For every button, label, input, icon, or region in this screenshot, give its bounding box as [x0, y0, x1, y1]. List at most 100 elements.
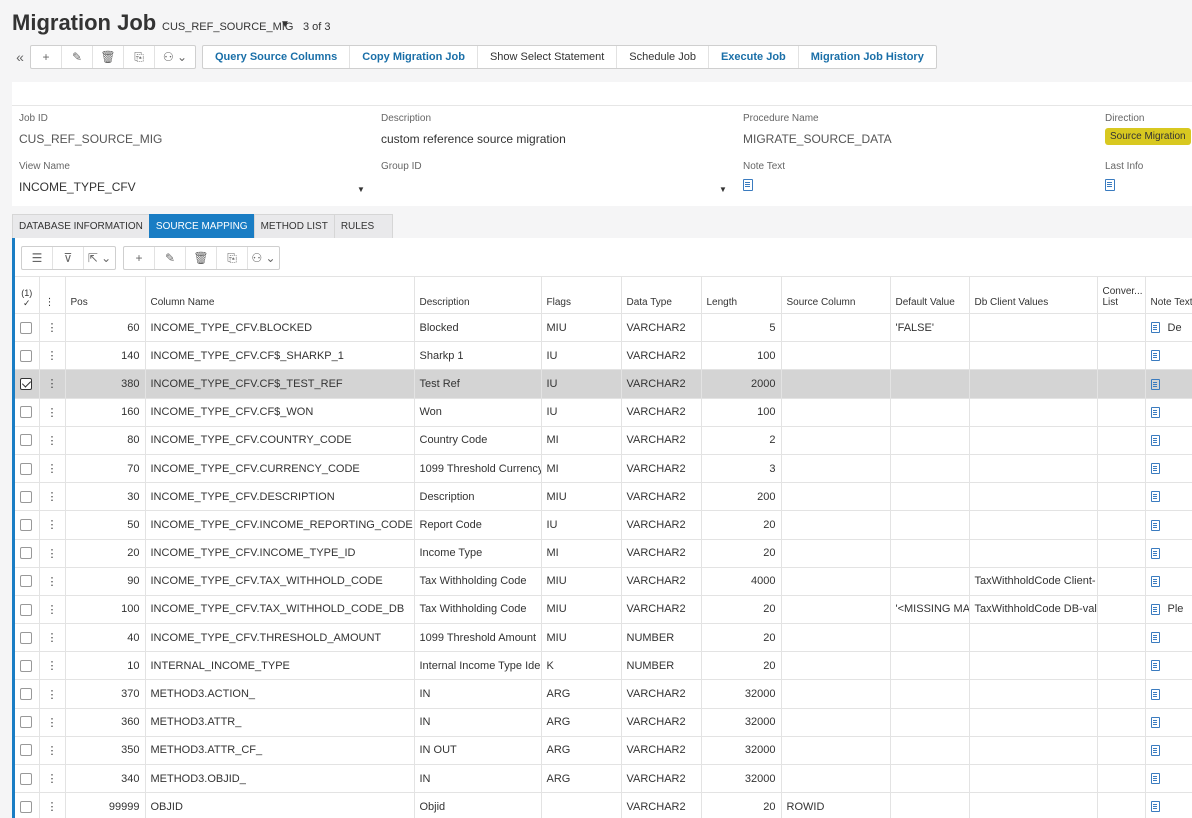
select-all-header[interactable]: (1) ✓ [15, 276, 40, 314]
table-row[interactable]: ⋮ 350 METHOD3.ATTR_CF_ IN OUT ARG VARCHAR2 320… [15, 736, 1192, 766]
checkbox-icon[interactable] [20, 659, 32, 672]
table-row[interactable]: ⋮ 40 INCOME_TYPE_CFV.THRESHOLD_AMOUNT 1099 … [15, 623, 1192, 653]
cell-note-text[interactable] [1145, 679, 1192, 709]
cell-note-text[interactable] [1145, 426, 1192, 455]
export-menu-icon[interactable]: ⇱ ⌄ [84, 247, 115, 269]
row-checkbox[interactable] [15, 792, 40, 818]
checkbox-icon[interactable] [20, 744, 32, 757]
note-icon[interactable] [1150, 350, 1160, 362]
cell-note-text[interactable] [1145, 482, 1192, 512]
note-icon[interactable] [1150, 688, 1160, 700]
table-row[interactable]: ⋮ 100 INCOME_TYPE_CFV.TAX_WITHHOLD_CODE_DB… [15, 595, 1192, 625]
row-menu-icon[interactable]: ⋮ [39, 369, 66, 399]
checkbox-icon[interactable] [20, 518, 32, 531]
checkbox-icon[interactable] [20, 575, 32, 588]
row-menu-icon[interactable]: ⋮ [39, 764, 66, 794]
cell-source-column[interactable] [781, 708, 891, 737]
checkbox-icon[interactable] [20, 800, 32, 813]
row-checkbox[interactable] [15, 539, 40, 568]
note-icon[interactable] [1150, 660, 1160, 672]
query-source-columns-button[interactable]: Query Source Columns [203, 46, 351, 68]
view-name-caret-icon[interactable]: ▼ [357, 185, 365, 194]
note-icon[interactable] [1150, 378, 1160, 390]
note-icon[interactable] [1150, 547, 1160, 559]
cell-note-text[interactable] [1145, 454, 1192, 484]
cell-source-column[interactable] [781, 623, 891, 653]
row-checkbox[interactable] [15, 651, 40, 681]
table-row[interactable]: ⋮ 160 INCOME_TYPE_CFV.CF$_WON Won IU VARCHAR2… [15, 398, 1192, 427]
cell-source-column[interactable] [781, 398, 891, 427]
checkbox-icon[interactable] [20, 603, 32, 616]
cell-note-text[interactable] [1145, 398, 1192, 427]
row-checkbox[interactable] [15, 708, 40, 737]
checkbox-icon[interactable] [20, 434, 32, 447]
grid-add-icon[interactable]: + [124, 247, 155, 269]
row-checkbox[interactable] [15, 679, 40, 709]
col-conversion-list[interactable]: Conver... List [1097, 276, 1146, 314]
table-row[interactable]: ⋮ 50 INCOME_TYPE_CFV.INCOME_REPORTING_CODE… [15, 510, 1192, 540]
table-row[interactable]: ⋮ 370 METHOD3.ACTION_ IN ARG VARCHAR2 32000 [15, 679, 1192, 709]
tab-method-list[interactable]: METHOD LIST [253, 214, 335, 238]
row-checkbox[interactable] [15, 510, 40, 540]
cell-source-column[interactable] [781, 369, 891, 399]
cell-source-column[interactable] [781, 510, 891, 540]
cell-source-column[interactable] [781, 341, 891, 371]
row-checkbox[interactable] [15, 426, 40, 455]
table-row[interactable]: ⋮ 60 INCOME_TYPE_CFV.BLOCKED Blocked MIU VARC… [15, 313, 1192, 343]
table-row[interactable]: ⋮ 99999 OBJID Objid VARCHAR2 20 ROWID [15, 792, 1192, 818]
grid-copy-icon[interactable]: ⎘ [217, 247, 248, 269]
note-icon[interactable] [1150, 491, 1160, 503]
row-menu-icon[interactable]: ⋮ [39, 510, 66, 540]
note-icon[interactable] [1150, 801, 1160, 813]
execute-job-button[interactable]: Execute Job [709, 46, 799, 68]
table-row[interactable]: ⋮ 380 INCOME_TYPE_CFV.CF$_TEST_REF Test Ref… [15, 369, 1192, 399]
row-checkbox[interactable] [15, 313, 40, 343]
note-icon[interactable] [1150, 434, 1160, 446]
col-column-name[interactable]: Column Name [145, 276, 415, 314]
note-icon[interactable] [1150, 519, 1160, 531]
cell-note-text[interactable] [1145, 764, 1192, 794]
grid-share-menu-icon[interactable]: ⚇ ⌄ [248, 247, 279, 269]
cell-source-column[interactable]: ROWID [781, 792, 891, 818]
row-menu-icon[interactable]: ⋮ [39, 539, 66, 568]
note-icon[interactable] [743, 179, 753, 191]
checkbox-icon[interactable] [20, 406, 32, 419]
cell-source-column[interactable] [781, 764, 891, 794]
row-menu-icon[interactable]: ⋮ [39, 341, 66, 371]
grid-delete-icon[interactable]: 🗑 [186, 247, 217, 269]
show-select-statement-button[interactable]: Show Select Statement [478, 46, 618, 68]
caret-down-icon[interactable]: ▼ [280, 19, 290, 30]
row-menu-header-icon[interactable]: ⋮ [39, 276, 66, 314]
row-menu-icon[interactable]: ⋮ [39, 792, 66, 818]
row-menu-icon[interactable]: ⋮ [39, 398, 66, 427]
row-checkbox[interactable] [15, 398, 40, 427]
note-icon[interactable] [1150, 604, 1160, 616]
note-icon[interactable] [1150, 745, 1160, 756]
col-length[interactable]: Length [701, 276, 782, 314]
note-icon[interactable] [1150, 632, 1160, 644]
cell-source-column[interactable] [781, 651, 891, 681]
copy-icon[interactable]: ⎘ [124, 46, 155, 68]
cell-source-column[interactable] [781, 313, 891, 343]
checkbox-icon[interactable] [20, 772, 32, 785]
cell-note-text[interactable] [1145, 708, 1192, 737]
col-source-column[interactable]: Source Column [781, 276, 891, 314]
edit-icon[interactable]: ✎ [62, 46, 93, 68]
col-note-text[interactable]: Note Text [1145, 276, 1192, 314]
cell-source-column[interactable] [781, 426, 891, 455]
share-menu-icon[interactable]: ⚇ ⌄ [155, 46, 195, 68]
table-row[interactable]: ⋮ 90 INCOME_TYPE_CFV.TAX_WITHHOLD_CODE Tax … [15, 567, 1192, 596]
table-row[interactable]: ⋮ 360 METHOD3.ATTR_ IN ARG VARCHAR2 32000 [15, 708, 1192, 737]
add-icon[interactable]: + [31, 46, 62, 68]
col-data-type[interactable]: Data Type [621, 276, 702, 314]
col-flags[interactable]: Flags [541, 276, 622, 314]
row-checkbox[interactable] [15, 454, 40, 484]
row-menu-icon[interactable]: ⋮ [39, 679, 66, 709]
checkbox-icon[interactable] [20, 462, 32, 475]
cell-note-text[interactable]: Ple [1145, 595, 1192, 625]
schedule-job-button[interactable]: Schedule Job [617, 46, 709, 68]
table-row[interactable]: ⋮ 140 INCOME_TYPE_CFV.CF$_SHARKP_1 Sharkp 1… [15, 341, 1192, 371]
row-menu-icon[interactable]: ⋮ [39, 426, 66, 455]
copy-migration-job-button[interactable]: Copy Migration Job [350, 46, 478, 68]
delete-icon[interactable]: 🗑 [93, 46, 124, 68]
